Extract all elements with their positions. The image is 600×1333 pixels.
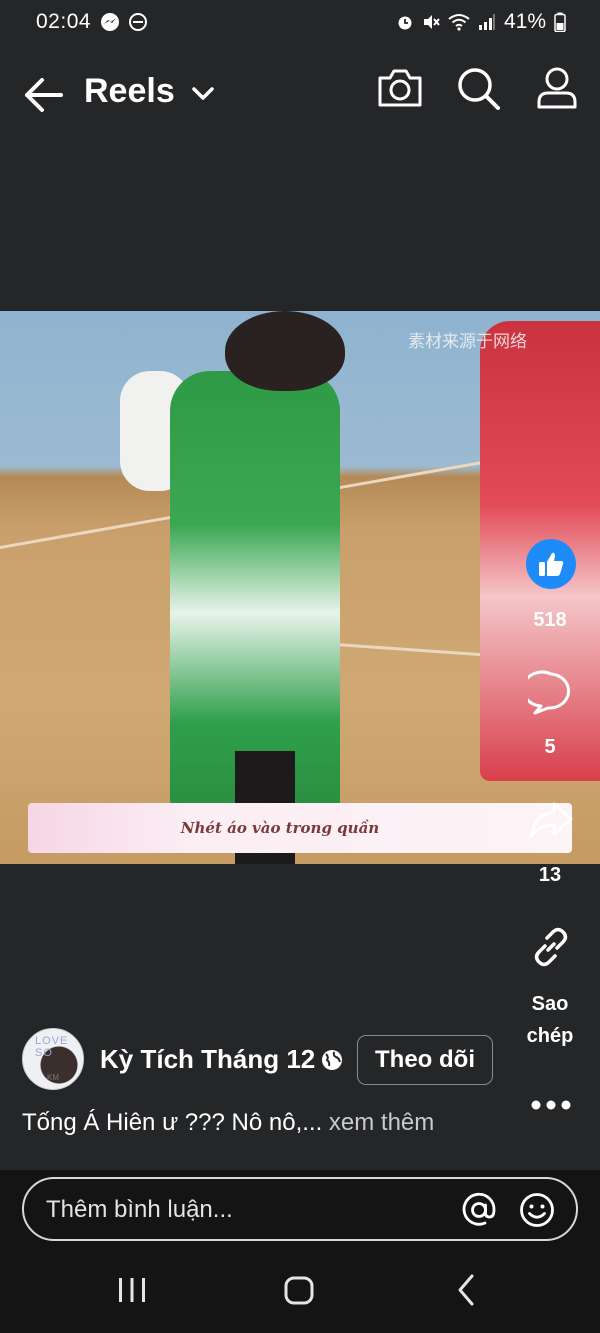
thumbs-up-icon: [539, 552, 564, 576]
comment-icon[interactable]: [528, 670, 574, 716]
battery-percent: 41%: [503, 10, 546, 33]
author-name[interactable]: Kỳ Tích Tháng 12: [100, 1044, 315, 1075]
video-caption: Nhét áo vào trong quần: [180, 819, 380, 837]
reel-video[interactable]: 素材来源于网络 Nhét áo vào trong quần: [0, 311, 600, 864]
signal-icon: [478, 14, 495, 30]
video-watermark: 素材来源于网络: [408, 332, 527, 351]
dnd-icon: [129, 13, 147, 31]
search-icon[interactable]: [456, 66, 502, 112]
comment-count: 5: [544, 736, 556, 758]
camera-icon[interactable]: [377, 68, 423, 108]
copy-link-button[interactable]: Sao chép: [510, 988, 590, 1052]
follow-button[interactable]: Theo dõi: [357, 1035, 493, 1085]
share-count: 13: [538, 864, 562, 886]
page-title[interactable]: Reels: [84, 72, 175, 111]
mute-icon: [423, 15, 440, 29]
globe-icon: [322, 1050, 342, 1070]
reel-description: Tống Á Hiên ư ??? Nô nô,... xem thêm: [22, 1109, 434, 1137]
link-icon[interactable]: [528, 924, 574, 970]
battery-icon: [554, 12, 566, 32]
back-arrow-icon[interactable]: [22, 76, 64, 114]
avatar-text: LOVE SO: [35, 1035, 69, 1059]
see-more-link[interactable]: xem thêm: [329, 1109, 434, 1136]
wifi-icon: [448, 14, 470, 31]
more-options-icon[interactable]: [530, 1098, 572, 1112]
player-green-jersey: [170, 371, 340, 811]
status-time: 02:04: [36, 10, 92, 33]
share-icon[interactable]: [528, 800, 574, 840]
avatar-subtext: KM: [47, 1073, 59, 1082]
mention-icon[interactable]: [460, 1191, 498, 1229]
description-text: Tống Á Hiên ư ??? Nô nô,...: [22, 1109, 323, 1136]
emoji-icon[interactable]: [518, 1191, 556, 1229]
alarm-icon: [398, 16, 412, 30]
like-button[interactable]: [526, 539, 576, 589]
chevron-down-icon[interactable]: [190, 84, 216, 104]
messenger-icon: [101, 13, 119, 31]
like-count: 518: [533, 609, 567, 631]
player-head: [225, 311, 345, 391]
status-left-icons: [100, 12, 148, 32]
recent-apps-icon[interactable]: [114, 1270, 150, 1310]
profile-icon[interactable]: [536, 66, 578, 110]
back-nav-icon[interactable]: [448, 1270, 488, 1310]
comment-placeholder: Thêm bình luận...: [46, 1196, 233, 1223]
video-caption-bar: Nhét áo vào trong quần: [28, 803, 572, 853]
home-icon[interactable]: [280, 1270, 320, 1310]
status-right: 41%: [396, 10, 566, 34]
avatar[interactable]: LOVE SO KM: [22, 1028, 84, 1090]
